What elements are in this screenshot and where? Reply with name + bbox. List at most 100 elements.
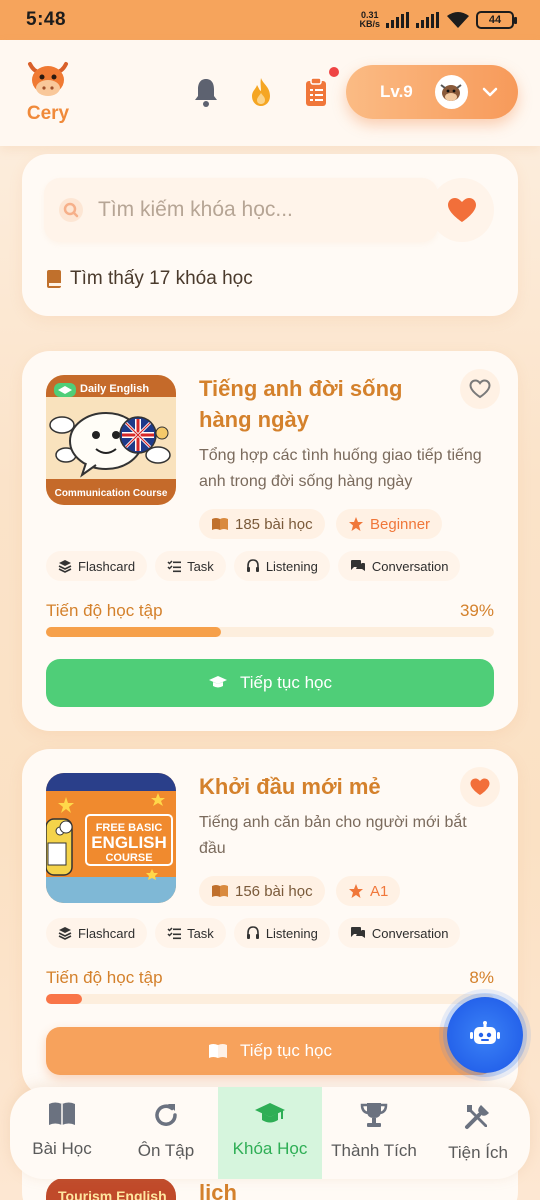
nav-label: Thành Tích: [331, 1141, 417, 1160]
bell-icon: [195, 79, 217, 107]
tag-listening: Listening: [233, 918, 330, 948]
nav-label: Ôn Tập: [137, 1141, 195, 1160]
search-box[interactable]: [44, 178, 438, 242]
avatar: [434, 75, 468, 109]
graduation-cap-icon: [255, 1103, 285, 1123]
tag-flashcard: Flashcard: [46, 551, 148, 581]
book-icon: [47, 270, 61, 288]
course-count: Tìm thấy 17 khóa học: [46, 268, 253, 290]
layers-icon: [58, 927, 72, 940]
lesson-count: 156 bài học: [235, 882, 313, 900]
favorite-button[interactable]: [460, 767, 500, 807]
chat-icon: [350, 927, 365, 938]
tag-label: Conversation: [371, 558, 449, 574]
continue-button-label: Tiếp tục học: [240, 673, 332, 692]
search-input[interactable]: [98, 198, 418, 222]
tag-listening: Listening: [233, 551, 330, 581]
status-indicators: 0.31 KB/s 44: [359, 11, 517, 29]
course-thumbnail: Tourism English: [46, 1178, 176, 1200]
clipboard-icon: [306, 77, 326, 106]
progress-bar: [46, 994, 494, 1004]
app-header: Cery Lv.9: [0, 40, 540, 146]
basic-english-thumbnail: FREE BASIC ENGLISH COURSE: [46, 773, 176, 903]
progress-fill: [46, 627, 221, 637]
open-book-icon: [212, 885, 228, 897]
tag-conversation: Conversation: [337, 551, 461, 581]
feature-tags: Flashcard Task Listening Conversation: [46, 918, 461, 948]
thumb-bottom-text: Communication Course: [55, 488, 168, 499]
robot-icon: [470, 1021, 500, 1044]
checklist-icon: [167, 927, 182, 940]
tag-task: Task: [155, 918, 226, 948]
nav-label: Bài Học: [32, 1139, 92, 1158]
nav-label: Tiện Ích: [448, 1143, 508, 1162]
level-label: Lv.9: [380, 82, 413, 101]
app-name: Cery: [26, 103, 70, 124]
favorite-filter-button[interactable]: [430, 178, 494, 242]
lesson-count-chip: 156 bài học: [199, 876, 325, 906]
tag-label: Task: [187, 925, 214, 941]
chevron-down-icon: [482, 82, 498, 102]
course-thumbnail: Daily English Communication Course: [46, 375, 176, 505]
tag-label: Task: [187, 558, 214, 574]
tag-flashcard: Flashcard: [46, 918, 148, 948]
notification-dot: [329, 67, 339, 77]
level-chip: Beginner: [336, 509, 443, 539]
book-icon: [49, 1102, 75, 1125]
open-book-icon: [212, 518, 228, 530]
nav-item-achievements[interactable]: Thành Tích: [322, 1087, 426, 1179]
level-chip: A1: [336, 876, 401, 906]
tag-label: Flashcard: [78, 925, 136, 941]
search-card: Tìm thấy 17 khóa học: [22, 154, 518, 316]
continue-learning-button[interactable]: Tiếp tục học: [46, 1027, 494, 1075]
flame-icon: [252, 78, 270, 106]
course-description: Tổng hợp các tình huống giao tiếp tiếng …: [199, 447, 482, 490]
tag-conversation: Conversation: [337, 918, 461, 948]
level-dropdown[interactable]: Lv.9: [346, 65, 518, 119]
tasks-button[interactable]: [301, 67, 339, 109]
streak-button[interactable]: [246, 75, 276, 109]
course-card[interactable]: FREE BASIC ENGLISH COURSE Khởi đầu mới m…: [22, 749, 518, 1097]
feature-tags: Flashcard Task Listening Conversation: [46, 551, 461, 581]
headphones-icon: [246, 559, 259, 572]
continue-learning-button[interactable]: Tiếp tục học: [46, 659, 494, 707]
nav-item-utilities[interactable]: Tiện Ích: [426, 1087, 530, 1179]
progress-fill: [46, 994, 82, 1004]
course-title[interactable]: Khởi đầu mới mẻ: [199, 771, 455, 802]
signal-icon: [386, 12, 409, 28]
course-card[interactable]: Daily English Communication Course Tiếng…: [22, 351, 518, 731]
checklist-icon: [167, 560, 182, 573]
tag-label: Flashcard: [78, 558, 136, 574]
course-description: Tiếng anh căn bản cho người mới bắt đầu: [199, 814, 467, 857]
layers-icon: [58, 560, 72, 573]
lesson-count-chip: 185 bài học: [199, 509, 325, 539]
nav-item-review[interactable]: Ôn Tập: [114, 1087, 218, 1179]
tools-icon: [465, 1105, 489, 1129]
headphones-icon: [246, 926, 259, 939]
chat-icon: [350, 560, 365, 571]
app-logo[interactable]: Cery: [22, 58, 74, 125]
search-icon: [59, 198, 83, 222]
nav-item-courses[interactable]: Khóa Học: [218, 1087, 322, 1179]
chatbot-button[interactable]: [447, 997, 523, 1073]
star-icon: [349, 884, 363, 898]
nav-item-lessons[interactable]: Bài Học: [10, 1087, 114, 1179]
notification-button[interactable]: [191, 75, 221, 109]
course-level: Beginner: [370, 515, 431, 533]
course-count-text: Tìm thấy 17 khóa học: [70, 268, 253, 289]
progress-percent: 8%: [469, 968, 494, 987]
favorite-button[interactable]: [460, 369, 500, 409]
progress-label: Tiến độ học tập: [46, 968, 163, 987]
battery-icon: 44: [476, 11, 517, 29]
avatar-cow-icon: [440, 84, 462, 101]
graduation-cap-icon: [209, 676, 227, 688]
progress-label: Tiến độ học tập: [46, 601, 163, 620]
course-thumbnail: FREE BASIC ENGLISH COURSE: [46, 773, 176, 903]
signal-icon-2: [416, 12, 439, 28]
tag-label: Conversation: [371, 925, 449, 941]
wifi-icon: [447, 12, 469, 28]
battery-level: 44: [488, 14, 502, 26]
course-title[interactable]: Tiếng anh đời sống hàng ngày: [199, 373, 455, 435]
progress-percent: 39%: [459, 601, 494, 620]
heart-icon: [470, 778, 490, 795]
